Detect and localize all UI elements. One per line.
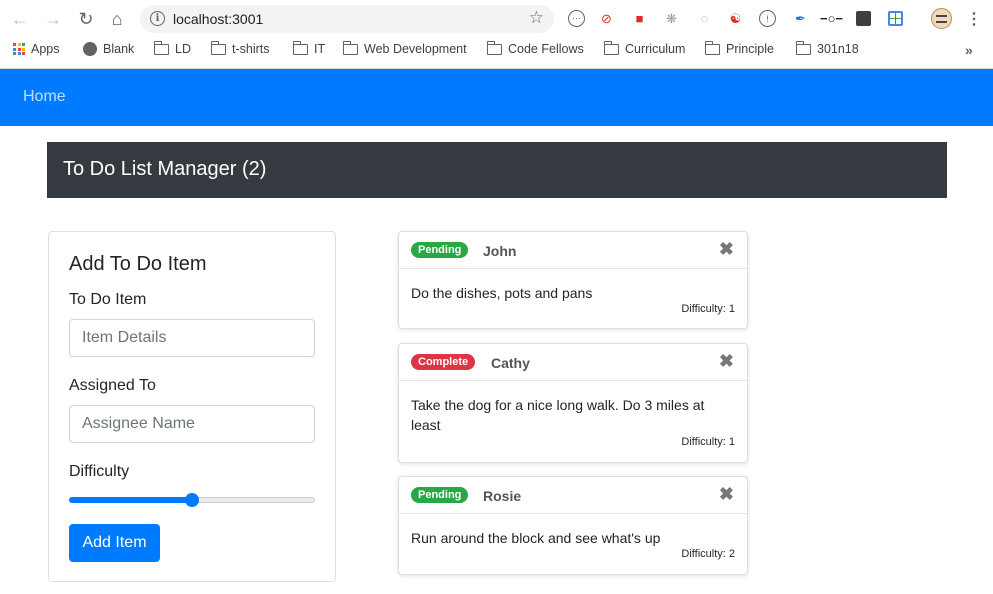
item-label: To Do Item xyxy=(69,291,147,308)
status-badge[interactable]: Pending xyxy=(411,487,469,503)
todo-text: Do the dishes, pots and pans xyxy=(411,285,593,301)
bookmark-label: LD xyxy=(175,42,191,56)
bookmark-label: Principle xyxy=(726,42,774,56)
extension-grid-icon[interactable] xyxy=(888,11,903,26)
extension-block-icon[interactable]: ⊘ xyxy=(598,10,615,27)
forward-icon[interactable]: → xyxy=(43,9,63,29)
todo-text: Run around the block and see what's up xyxy=(411,530,661,546)
extension-bug-icon[interactable]: ■ xyxy=(631,10,648,27)
bookmarks-bar: Apps Blank LD t-shirts IT Web Developmen… xyxy=(0,38,993,64)
extension-redux-icon[interactable]: ◌ xyxy=(696,10,713,27)
bookmark-label: t-shirts xyxy=(232,42,270,56)
back-icon[interactable]: ← xyxy=(10,9,30,29)
bookmark-label: Code Fellows xyxy=(508,42,584,56)
folder-icon xyxy=(153,41,169,55)
add-item-button[interactable]: Add Item xyxy=(69,524,160,562)
bookmark-apps[interactable]: Apps xyxy=(13,42,60,56)
folder-icon xyxy=(292,41,308,55)
folder-icon xyxy=(342,41,358,55)
nav-home-link[interactable]: Home xyxy=(23,88,66,106)
extension-commit-icon[interactable]: −○− xyxy=(820,10,843,27)
assignee-label: Assigned To xyxy=(69,377,156,394)
extension-code-icon[interactable]: ⋯ xyxy=(568,10,585,27)
todo-difficulty: Difficulty: 1 xyxy=(681,303,735,315)
bookmark-curriculum[interactable]: Curriculum xyxy=(603,41,686,56)
site-info-icon[interactable]: i xyxy=(150,11,165,26)
bookmark-code-fellows[interactable]: Code Fellows xyxy=(486,41,584,56)
reload-icon[interactable]: ↻ xyxy=(76,9,96,29)
extension-eyedropper-icon[interactable]: ✒ xyxy=(792,10,809,27)
browser-toolbar: ← → ↻ ⌂ i localhost:3001 ☆ ⋯ ⊘ ■ ❋ ◌ ☯ !… xyxy=(0,0,993,38)
form-title: Add To Do Item xyxy=(69,253,207,275)
extension-dark-icon[interactable] xyxy=(856,11,871,26)
assignee-name-input[interactable] xyxy=(69,405,315,443)
bookmark-301n18[interactable]: 301n18 xyxy=(795,41,859,56)
todo-card-body: Take the dog for a nice long walk. Do 3 … xyxy=(399,381,747,435)
todo-card-body: Run around the block and see what's up xyxy=(399,514,747,548)
todo-difficulty: Difficulty: 1 xyxy=(681,436,735,448)
profile-avatar[interactable] xyxy=(931,8,952,29)
status-badge[interactable]: Pending xyxy=(411,242,469,258)
todo-card: Pending John ✖ Do the dishes, pots and p… xyxy=(398,231,748,329)
bookmarks-overflow-icon[interactable]: » xyxy=(965,42,973,58)
bookmark-it[interactable]: IT xyxy=(292,41,326,56)
address-bar[interactable]: i localhost:3001 ☆ xyxy=(140,5,554,33)
browser-menu-icon[interactable]: ⋮ xyxy=(966,9,982,29)
bookmark-label: Blank xyxy=(103,42,135,56)
globe-icon xyxy=(83,42,97,56)
todo-card-header: Pending Rosie ✖ xyxy=(399,477,747,514)
bookmark-principle[interactable]: Principle xyxy=(704,41,774,56)
todo-card-body: Do the dishes, pots and pans xyxy=(399,269,747,303)
folder-icon xyxy=(603,41,619,55)
folder-icon xyxy=(486,41,502,55)
todo-card: Pending Rosie ✖ Run around the block and… xyxy=(398,476,748,575)
todo-assignee: Rosie xyxy=(483,488,522,504)
close-icon[interactable]: ✖ xyxy=(719,239,734,260)
todo-assignee: John xyxy=(483,243,517,259)
status-badge[interactable]: Complete xyxy=(411,354,476,370)
bookmark-t-shirts[interactable]: t-shirts xyxy=(210,41,270,56)
todo-assignee: Cathy xyxy=(491,355,530,371)
page-title: To Do List Manager (2) xyxy=(63,158,267,180)
bookmark-blank[interactable]: Blank xyxy=(83,42,134,56)
page-header: To Do List Manager (2) xyxy=(47,142,947,198)
todo-card-header: Complete Cathy ✖ xyxy=(399,344,747,381)
folder-icon xyxy=(210,41,226,55)
bookmark-label: Apps xyxy=(31,42,60,56)
bookmark-label: Web Development xyxy=(364,42,467,56)
bookmark-ld[interactable]: LD xyxy=(153,41,191,56)
close-icon[interactable]: ✖ xyxy=(719,484,734,505)
extension-tree-icon[interactable]: ☯ xyxy=(727,10,744,27)
slider-fill xyxy=(69,497,192,503)
todo-text: Take the dog for a nice long walk. Do 3 … xyxy=(411,397,705,433)
bookmark-web-development[interactable]: Web Development xyxy=(342,41,467,56)
app-navbar: Home xyxy=(0,69,993,126)
difficulty-slider[interactable] xyxy=(69,493,315,507)
difficulty-label: Difficulty xyxy=(69,463,130,480)
slider-thumb[interactable] xyxy=(185,493,199,507)
apps-icon xyxy=(13,43,25,55)
address-url[interactable]: localhost:3001 xyxy=(173,11,263,27)
bookmark-label: IT xyxy=(314,42,326,56)
browser-chrome: ← → ↻ ⌂ i localhost:3001 ☆ ⋯ ⊘ ■ ❋ ◌ ☯ !… xyxy=(0,0,993,69)
todo-card: Complete Cathy ✖ Take the dog for a nice… xyxy=(398,343,748,463)
bookmark-star-icon[interactable]: ☆ xyxy=(529,8,544,28)
home-icon[interactable]: ⌂ xyxy=(107,9,127,29)
folder-icon xyxy=(795,41,811,55)
todo-card-header: Pending John ✖ xyxy=(399,232,747,269)
extension-react-icon[interactable]: ❋ xyxy=(663,10,680,27)
add-todo-form: Add To Do Item To Do Item Assigned To Di… xyxy=(48,231,336,582)
close-icon[interactable]: ✖ xyxy=(719,351,734,372)
bookmark-label: Curriculum xyxy=(625,42,686,56)
extension-info-icon[interactable]: ! xyxy=(759,10,776,27)
todo-difficulty: Difficulty: 2 xyxy=(681,548,735,560)
bookmark-label: 301n18 xyxy=(817,42,859,56)
folder-icon xyxy=(704,41,720,55)
item-details-input[interactable] xyxy=(69,319,315,357)
